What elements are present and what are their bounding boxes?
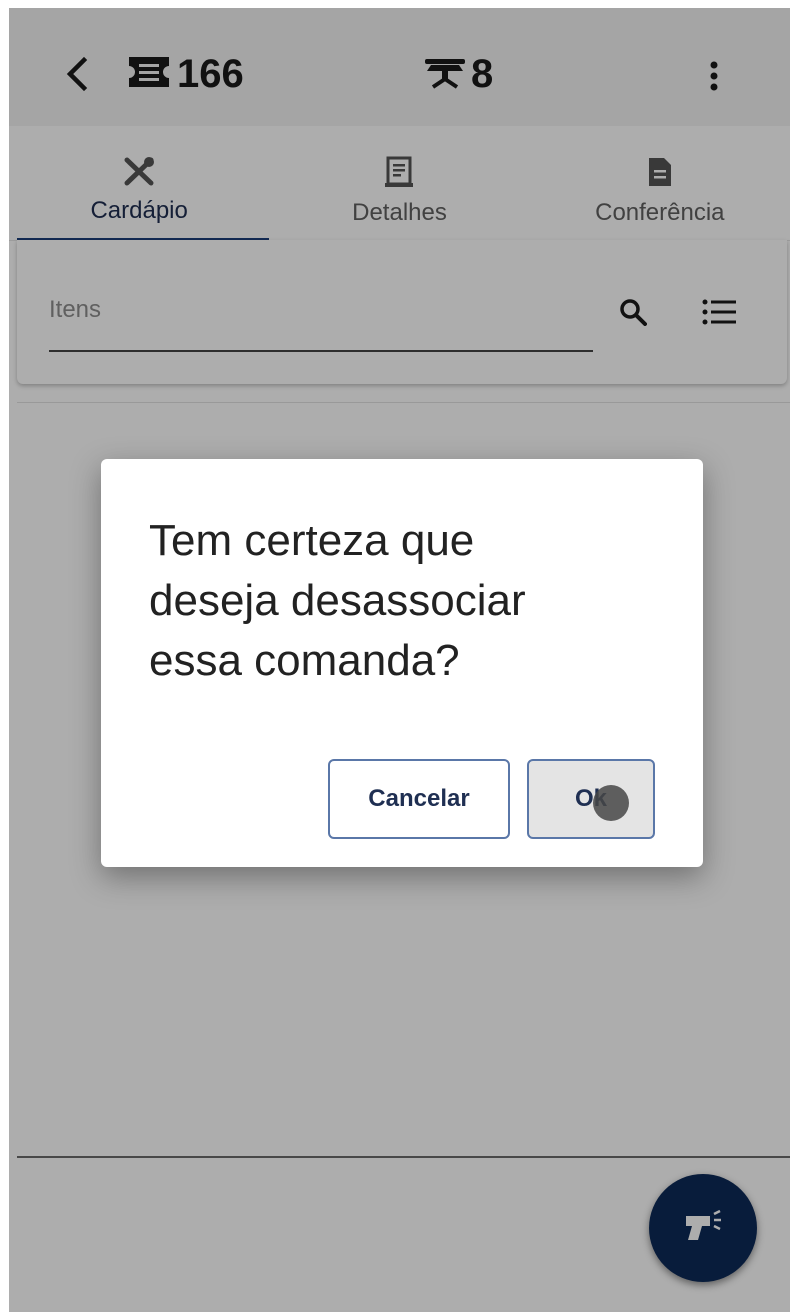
- cancel-button[interactable]: Cancelar: [328, 759, 510, 839]
- dialog-message: Tem certeza que deseja desassociar essa …: [149, 516, 526, 685]
- confirm-dialog: Tem certeza que deseja desassociar essa …: [101, 459, 703, 867]
- ok-button[interactable]: Ok: [527, 759, 655, 839]
- app-frame: 166 8 Cardápio Detalhes Conferência Iten…: [9, 8, 790, 1312]
